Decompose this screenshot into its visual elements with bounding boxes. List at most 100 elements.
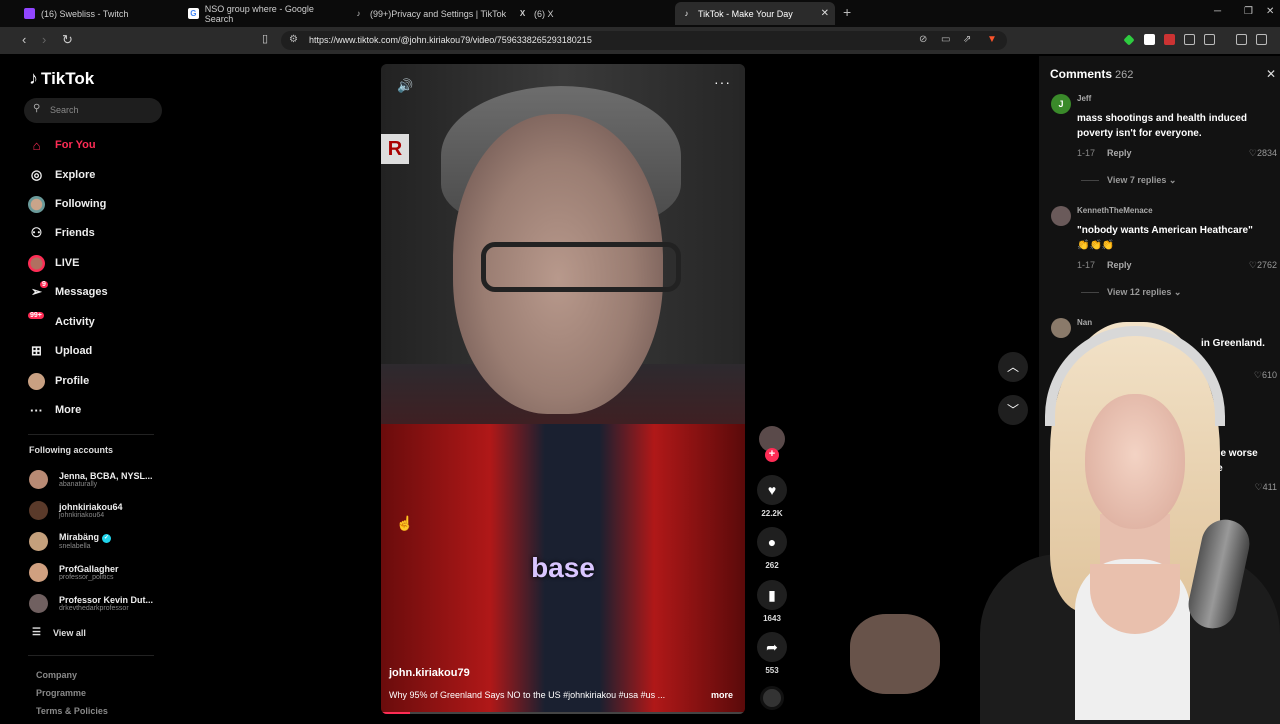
more-options-icon[interactable]: ··· [714, 74, 731, 90]
minimize-icon[interactable]: ─ [1214, 6, 1221, 17]
video-description: Why 95% of Greenland Says NO to the US #… [389, 690, 666, 700]
nav-label: Upload [55, 345, 93, 357]
reply-button[interactable]: Reply [1107, 148, 1132, 158]
footer-link-programme[interactable]: Programme [36, 688, 86, 698]
reply-button[interactable]: Reply [1107, 260, 1132, 270]
comment-username[interactable]: Jeff [1077, 94, 1091, 103]
following-account[interactable]: Professor Kevin Dut... drkevthedarkprofe… [29, 590, 153, 616]
music-disc-icon[interactable] [760, 686, 784, 710]
browser-tab[interactable]: G NSO group where - Google Search [182, 2, 342, 25]
comment-username[interactable]: KennethTheMenace [1077, 206, 1153, 215]
back-icon[interactable]: ‹ [22, 32, 26, 47]
following-account[interactable]: Jenna, BCBA, NYSL... abanaturally [29, 466, 153, 492]
bookmark-icon[interactable]: ▮ [757, 580, 787, 610]
brave-shield-icon[interactable]: ▼ [987, 34, 997, 45]
translate-icon[interactable]: ⊘ [919, 34, 927, 45]
nav-label: Profile [55, 375, 90, 387]
following-account[interactable]: Mirabäng ✓ snelabella [29, 528, 112, 554]
video-progress-bar[interactable] [381, 712, 745, 714]
save-action[interactable]: ▮ 1643 [757, 580, 787, 623]
extension-icon[interactable] [1144, 34, 1155, 45]
video-subject-glasses [481, 242, 681, 292]
share-icon[interactable]: ⇗ [963, 34, 971, 45]
following-account[interactable]: johnkiriakou64 johnkiriakou64 [29, 497, 123, 523]
description-more-link[interactable]: more [711, 690, 733, 700]
friends-icon: ⚇ [30, 225, 43, 240]
headphones [1045, 326, 1225, 426]
nav-label: Friends [55, 227, 95, 239]
footer-link-company[interactable]: Company [36, 670, 77, 680]
avatar[interactable] [1051, 206, 1071, 226]
cast-icon[interactable]: ▭ [941, 34, 950, 45]
home-icon: ⌂ [32, 137, 41, 153]
nav-following[interactable]: Following [28, 193, 106, 215]
share-count: 553 [765, 666, 779, 675]
view-all-link[interactable]: ☰ View all [32, 627, 86, 638]
nav-profile[interactable]: Profile [28, 370, 89, 392]
site-settings-icon[interactable]: ⚙ [289, 34, 298, 45]
view-replies-link[interactable]: View 12 replies ⌄ [1081, 287, 1181, 298]
media-icon[interactable] [1236, 34, 1247, 45]
verified-badge-icon: ✓ [102, 533, 112, 543]
close-window-icon[interactable]: ✕ [1266, 6, 1274, 17]
comment-action[interactable]: ● 262 [757, 527, 787, 570]
avatar[interactable]: J [1051, 94, 1071, 114]
search-input[interactable]: ⚲ Search [24, 98, 162, 123]
account-name: ProfGallagher [59, 563, 119, 574]
comment-text: mass shootings and health induced povert… [1077, 113, 1248, 139]
browser-tab[interactable]: X (6) X [511, 2, 671, 25]
close-comments-icon[interactable]: ✕ [1266, 67, 1276, 81]
comment-like[interactable]: ♡2762 [1249, 260, 1277, 271]
comment-like[interactable]: ♡2834 [1249, 148, 1277, 159]
video-caption: base [531, 552, 595, 583]
nav-upload[interactable]: ⊞ Upload [28, 340, 92, 362]
wallet-icon[interactable] [1256, 34, 1267, 45]
avatar [29, 593, 48, 613]
reload-icon[interactable]: ↻ [62, 32, 73, 48]
address-bar[interactable]: ⚙ https://www.tiktok.com/@john.kiriakou7… [281, 31, 1007, 50]
search-icon: ⚲ [33, 103, 41, 114]
extension-icon[interactable] [1164, 34, 1175, 45]
bookmark-icon[interactable]: ▯ [262, 32, 268, 45]
extension-icon[interactable] [1123, 34, 1135, 46]
share-action[interactable]: ➦ 553 [757, 632, 787, 675]
account-handle: johnkiriakou64 [59, 511, 105, 519]
heart-outline-icon: ♡ [1248, 148, 1257, 158]
like-action[interactable]: ♥ 22.2K [757, 475, 787, 518]
nav-for-you[interactable]: ⌂ For You [28, 134, 96, 156]
upload-icon: ⊞ [31, 343, 42, 358]
close-tab-icon[interactable]: ✕ [821, 8, 829, 19]
url-text[interactable]: https://www.tiktok.com/@john.kiriakou79/… [309, 35, 592, 45]
comment-like-count: 2834 [1256, 148, 1277, 158]
comments-count: 262 [1115, 69, 1134, 81]
share-arrow-icon[interactable]: ➦ [757, 632, 787, 662]
volume-icon[interactable]: 🔊 [397, 78, 413, 94]
browser-tab[interactable]: (16) Swebliss - Twitch [18, 2, 178, 25]
footer-link-terms[interactable]: Terms & Policies [36, 706, 108, 716]
sidebar-toggle-icon[interactable] [1204, 34, 1215, 45]
nav-live[interactable]: LIVE [28, 252, 79, 274]
nav-label: Activity [55, 316, 95, 328]
nav-friends[interactable]: ⚇ Friends [28, 222, 95, 244]
following-account[interactable]: ProfGallagher professor_politics [29, 559, 119, 585]
browser-tab-active[interactable]: ♪ TikTok - Make Your Day ✕ [675, 2, 835, 25]
follow-plus-icon[interactable]: + [765, 448, 779, 462]
browser-tab[interactable]: ♪ (99+)Privacy and Settings | TikTok [347, 2, 507, 25]
avatar [29, 500, 48, 520]
tiktok-logo[interactable]: ♪ TikTok [29, 68, 94, 89]
comment-icon[interactable]: ● [757, 527, 787, 557]
view-replies-link[interactable]: View 7 replies ⌄ [1081, 175, 1176, 186]
forward-icon[interactable]: › [42, 32, 46, 47]
comment-date: 1-17 [1077, 148, 1096, 158]
new-tab-button[interactable]: + [843, 4, 851, 20]
comment-date: 1-17 [1077, 260, 1096, 270]
video-author[interactable]: john.kiriakou79 [389, 667, 470, 679]
video-player[interactable]: R 🔊 ··· base john.kiriakou79 Why 95% of … [381, 64, 745, 714]
more-icon: ··· [30, 402, 43, 418]
heart-icon[interactable]: ♥ [757, 475, 787, 505]
heart-outline-icon: ♡ [1248, 260, 1257, 270]
maximize-icon[interactable]: ❐ [1244, 6, 1253, 17]
nav-more[interactable]: ··· More [28, 399, 81, 421]
nav-explore[interactable]: ◎ Explore [28, 164, 96, 186]
extensions-puzzle-icon[interactable] [1184, 34, 1195, 45]
